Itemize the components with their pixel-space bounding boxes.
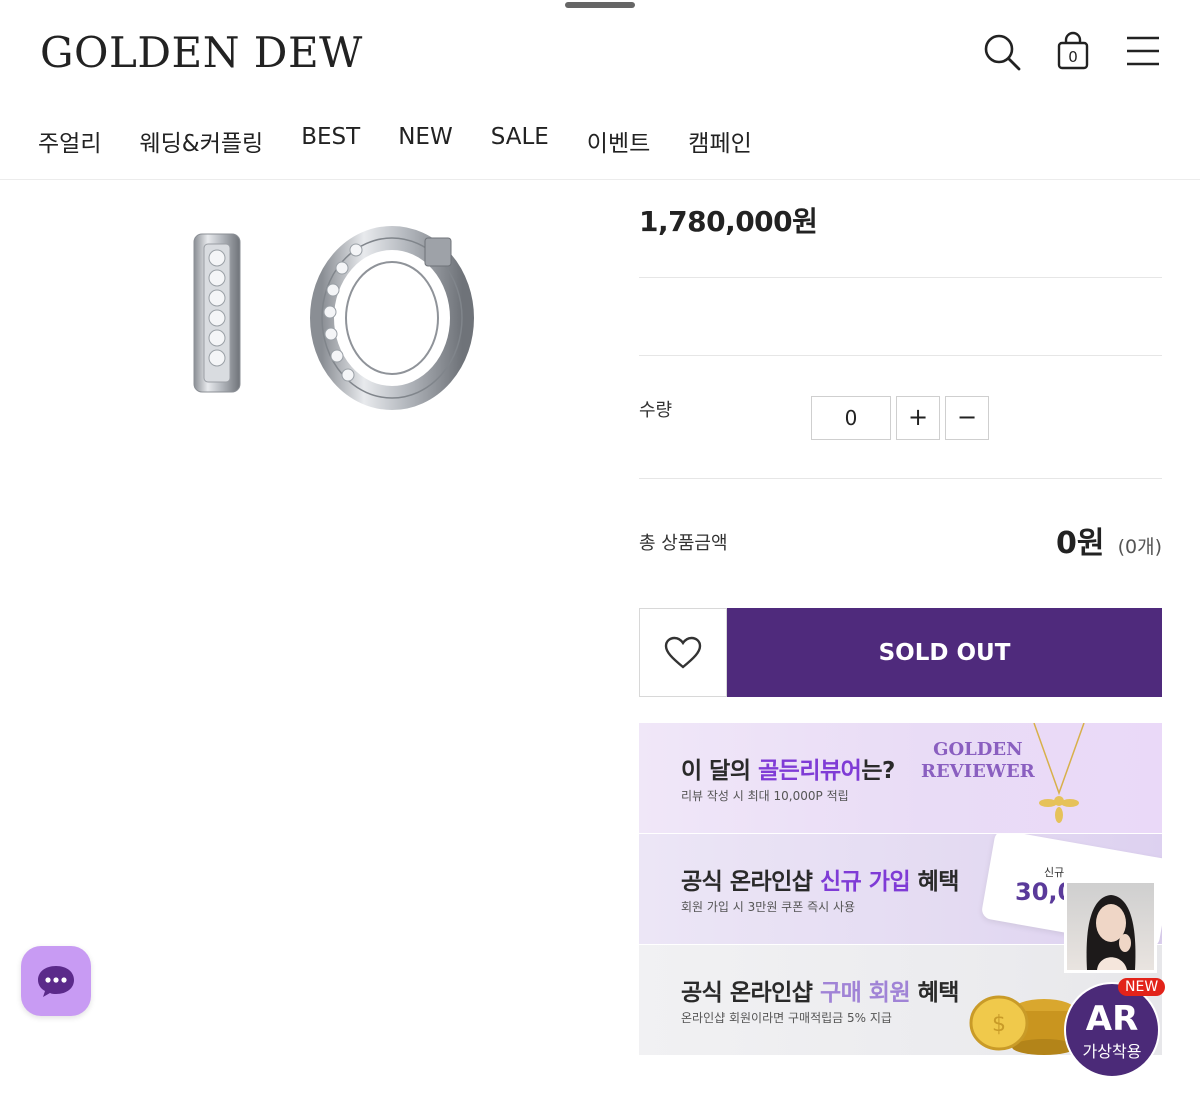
site-header: GOLDEN DEW 0 주얼리 웨딩&커플링 BEST NEW SALE 이벤… — [0, 0, 1200, 180]
quantity-plus-button[interactable]: + — [896, 396, 940, 440]
model-portrait-image[interactable] — [1064, 880, 1157, 973]
nav-item-campaign[interactable]: 캠페인 — [688, 124, 751, 158]
shopping-bag-icon[interactable]: 0 — [1051, 30, 1095, 74]
total-price-label: 총 상품금액 — [639, 533, 728, 554]
nav-item-wedding-couple[interactable]: 웨딩&커플링 — [139, 124, 263, 158]
nav-item-event[interactable]: 이벤트 — [587, 124, 650, 158]
divider — [639, 277, 1162, 278]
ar-label: AR — [1085, 999, 1139, 1039]
brand-logo[interactable]: GOLDEN DEW — [40, 28, 363, 77]
banner-golden-reviewer[interactable]: 이 달의 골든리뷰어는? 리뷰 작성 시 최대 10,000P 적립 GOLDE… — [639, 723, 1162, 833]
quantity-minus-button[interactable]: − — [945, 396, 989, 440]
product-image-earrings — [170, 220, 490, 450]
chat-bubble-icon — [38, 966, 74, 997]
banner-subtitle: 회원 가입 시 3만원 쿠폰 즉시 사용 — [681, 900, 856, 914]
new-badge: NEW — [1118, 978, 1166, 996]
main-nav: 주얼리 웨딩&커플링 BEST NEW SALE 이벤트 캠페인 — [38, 124, 752, 158]
banner-title: 공식 온라인샵 구매 회원 혜택 — [681, 980, 959, 1006]
total-price-value: 0원 (0개) — [1056, 518, 1162, 562]
quantity-label: 수량 — [639, 400, 673, 421]
svg-text:$: $ — [992, 1012, 1006, 1037]
ar-sublabel: 가상착용 — [1082, 1042, 1142, 1061]
total-count: (0개) — [1117, 536, 1162, 558]
cart-count: 0 — [1068, 48, 1078, 66]
search-icon[interactable] — [980, 30, 1024, 74]
golden-reviewer-badge: GOLDEN REVIEWER — [921, 739, 1035, 782]
nav-item-best[interactable]: BEST — [301, 124, 360, 158]
divider — [639, 355, 1162, 356]
necklace-image — [1033, 723, 1085, 823]
nav-item-new[interactable]: NEW — [398, 124, 452, 158]
hamburger-menu-icon[interactable] — [1121, 30, 1165, 74]
wishlist-button[interactable] — [639, 608, 727, 697]
ar-try-on-button[interactable]: AR 가상착용 — [1064, 982, 1160, 1078]
product-price: 1,780,000원 — [639, 205, 818, 238]
chat-button[interactable] — [21, 946, 91, 1016]
quantity-input[interactable]: 0 — [811, 396, 891, 440]
banner-subtitle: 온라인샵 회원이라면 구매적립금 5% 지급 — [681, 1011, 892, 1025]
nav-item-jewelry[interactable]: 주얼리 — [38, 124, 101, 158]
heart-icon — [664, 636, 702, 669]
banner-title: 공식 온라인샵 신규 가입 혜택 — [681, 869, 959, 895]
banner-subtitle: 리뷰 작성 시 최대 10,000P 적립 — [681, 789, 849, 803]
banner-title: 이 달의 골든리뷰어는? — [681, 758, 895, 784]
nav-item-sale[interactable]: SALE — [491, 124, 549, 158]
divider — [639, 478, 1162, 479]
total-price: 0원 — [1056, 526, 1105, 561]
sold-out-button[interactable]: SOLD OUT — [727, 608, 1162, 697]
